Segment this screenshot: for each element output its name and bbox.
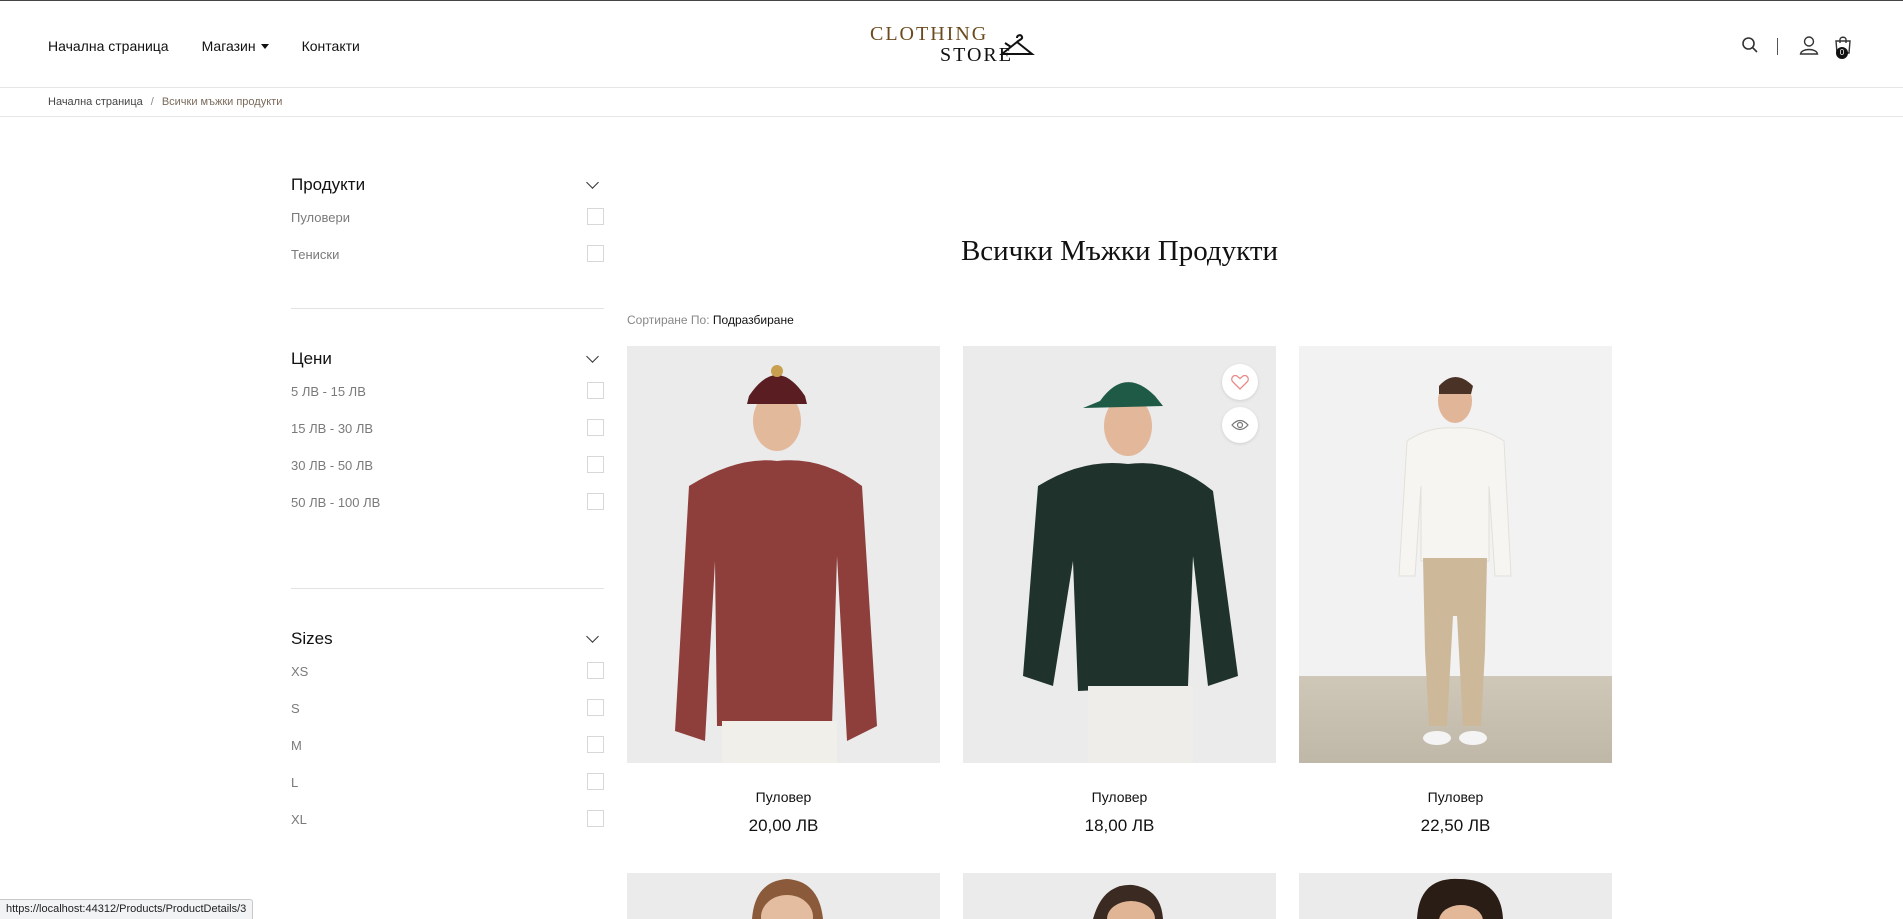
- filter-checkbox[interactable]: [587, 456, 604, 473]
- product-image[interactable]: [627, 346, 940, 763]
- filter-option[interactable]: L: [291, 765, 604, 802]
- filter-option[interactable]: 15 ЛВ - 30 ЛВ: [291, 411, 604, 448]
- filter-option-label: 15 ЛВ - 30 ЛВ: [291, 421, 374, 436]
- hanger-icon: [999, 34, 1035, 55]
- nav-shop-link[interactable]: Магазин: [202, 38, 269, 54]
- search-icon[interactable]: [1741, 36, 1759, 54]
- breadcrumb-separator: /: [150, 96, 154, 108]
- product-price: 22,50 ЛВ: [1420, 816, 1491, 835]
- filter-checkbox[interactable]: [587, 662, 604, 679]
- quick-view-button[interactable]: [1222, 407, 1258, 443]
- filter-checkbox[interactable]: [587, 382, 604, 399]
- filter-checkbox[interactable]: [587, 810, 604, 827]
- filter-option[interactable]: M: [291, 728, 604, 765]
- model-green-sweater-image: [1023, 382, 1238, 763]
- filter-option-label: Тениски: [291, 247, 340, 262]
- product-image[interactable]: [963, 346, 1276, 763]
- user-icon[interactable]: [1799, 35, 1819, 55]
- header-divider: [1777, 38, 1778, 55]
- browser-status-bar: https://localhost:44312/Products/Product…: [0, 899, 254, 919]
- model-white-sweater-image: [1398, 377, 1512, 745]
- filter-option-label: 5 ЛВ - 15 ЛВ: [291, 384, 366, 399]
- nav-contacts-link[interactable]: Контакти: [302, 38, 360, 54]
- filter-group-prices: Цени 5 ЛВ - 15 ЛВ 15 ЛВ - 30 ЛВ 30 ЛВ - …: [291, 344, 604, 522]
- filter-option[interactable]: Тениски: [291, 237, 604, 274]
- nav-shop-label: Магазин: [201, 38, 256, 54]
- breadcrumb-current: Всички мъжки продукти: [161, 96, 283, 108]
- nav-home-label: Начална страница: [48, 38, 169, 54]
- sort-label: Сортиране По:: [627, 313, 710, 327]
- filter-checkbox[interactable]: [587, 419, 604, 436]
- site-logo[interactable]: CLOTHING STORE: [868, 21, 1038, 71]
- model-red-sweater-image: [675, 365, 877, 763]
- nav-contacts-label: Контакти: [301, 38, 360, 54]
- filter-checkbox[interactable]: [587, 208, 604, 225]
- model-head-image: [1417, 878, 1503, 919]
- filter-option-label: 50 ЛВ - 100 ЛВ: [291, 495, 381, 510]
- sort-value[interactable]: Подразбиране: [713, 313, 794, 327]
- breadcrumb: Начална страница / Всички мъжки продукти: [48, 96, 282, 108]
- product-price: 20,00 ЛВ: [748, 816, 819, 835]
- product-image[interactable]: [1299, 346, 1612, 763]
- filter-option[interactable]: 5 ЛВ - 15 ЛВ: [291, 374, 604, 411]
- product-name[interactable]: Пуловер: [963, 789, 1276, 805]
- model-head-image: [1093, 884, 1163, 919]
- heart-icon: [1231, 374, 1249, 390]
- product-image-partial[interactable]: [1299, 873, 1612, 919]
- filter-title-products[interactable]: Продукти: [291, 170, 604, 200]
- wishlist-button[interactable]: [1222, 364, 1258, 400]
- filter-checkbox[interactable]: [587, 736, 604, 753]
- product-card[interactable]: Пуловер 22,50 ЛВ: [1299, 346, 1612, 836]
- filter-option[interactable]: 30 ЛВ - 50 ЛВ: [291, 448, 604, 485]
- filter-group-products: Продукти Пуловери Тениски: [291, 170, 604, 274]
- filter-option-label: Пуловери: [291, 210, 351, 225]
- filter-option[interactable]: 50 ЛВ - 100 ЛВ: [291, 485, 604, 522]
- filter-title-prices[interactable]: Цени: [291, 344, 604, 374]
- filter-option-label: 30 ЛВ - 50 ЛВ: [291, 458, 374, 473]
- filter-option[interactable]: Пуловери: [291, 200, 604, 237]
- filter-checkbox[interactable]: [587, 245, 604, 262]
- breadcrumb-home-link[interactable]: Начална страница: [48, 96, 143, 108]
- model-head-image: [752, 879, 823, 919]
- product-card[interactable]: Пуловер 18,00 ЛВ: [963, 346, 1276, 836]
- product-name[interactable]: Пуловер: [1299, 789, 1612, 805]
- filter-option-label: M: [291, 738, 302, 753]
- nav-home-link[interactable]: Начална страница: [48, 38, 169, 54]
- filter-option[interactable]: S: [291, 691, 604, 728]
- site-header: Начална страница Магазин Контакти CLOTHI…: [0, 1, 1903, 88]
- product-image-partial[interactable]: [963, 873, 1276, 919]
- logo-text-clothing: CLOTHING: [870, 23, 989, 45]
- product-name[interactable]: Пуловер: [627, 789, 940, 805]
- header-actions: 0: [1703, 1, 1903, 88]
- filter-option-label: L: [291, 775, 299, 790]
- filter-group-sizes: Sizes XS S M L XL: [291, 624, 604, 839]
- filter-option[interactable]: XL: [291, 802, 604, 839]
- filter-option-label: S: [291, 701, 300, 716]
- product-image-partial[interactable]: [627, 873, 940, 919]
- caret-down-icon: [260, 43, 269, 49]
- cart-count-badge: 0: [1836, 47, 1848, 59]
- filter-checkbox[interactable]: [587, 493, 604, 510]
- filter-sidebar: Продукти Пуловери Тениски Цени 5 ЛВ - 15…: [291, 170, 604, 839]
- page-title: Всички Мъжки Продукти: [960, 235, 1279, 267]
- product-price: 18,00 ЛВ: [1084, 816, 1155, 835]
- filter-option-label: XS: [291, 664, 309, 679]
- main-nav: Начална страница Магазин Контакти: [48, 38, 360, 54]
- filter-title-sizes[interactable]: Sizes: [291, 624, 604, 654]
- filter-option-label: XL: [291, 812, 307, 827]
- filter-checkbox[interactable]: [587, 773, 604, 790]
- filter-option[interactable]: XS: [291, 654, 604, 691]
- eye-icon: [1231, 419, 1249, 431]
- filter-checkbox[interactable]: [587, 699, 604, 716]
- sort-control[interactable]: Сортиране По: Подразбиране: [627, 313, 794, 327]
- product-card[interactable]: Пуловер 20,00 ЛВ: [627, 346, 940, 836]
- breadcrumb-bar: Начална страница / Всички мъжки продукти: [0, 89, 1903, 117]
